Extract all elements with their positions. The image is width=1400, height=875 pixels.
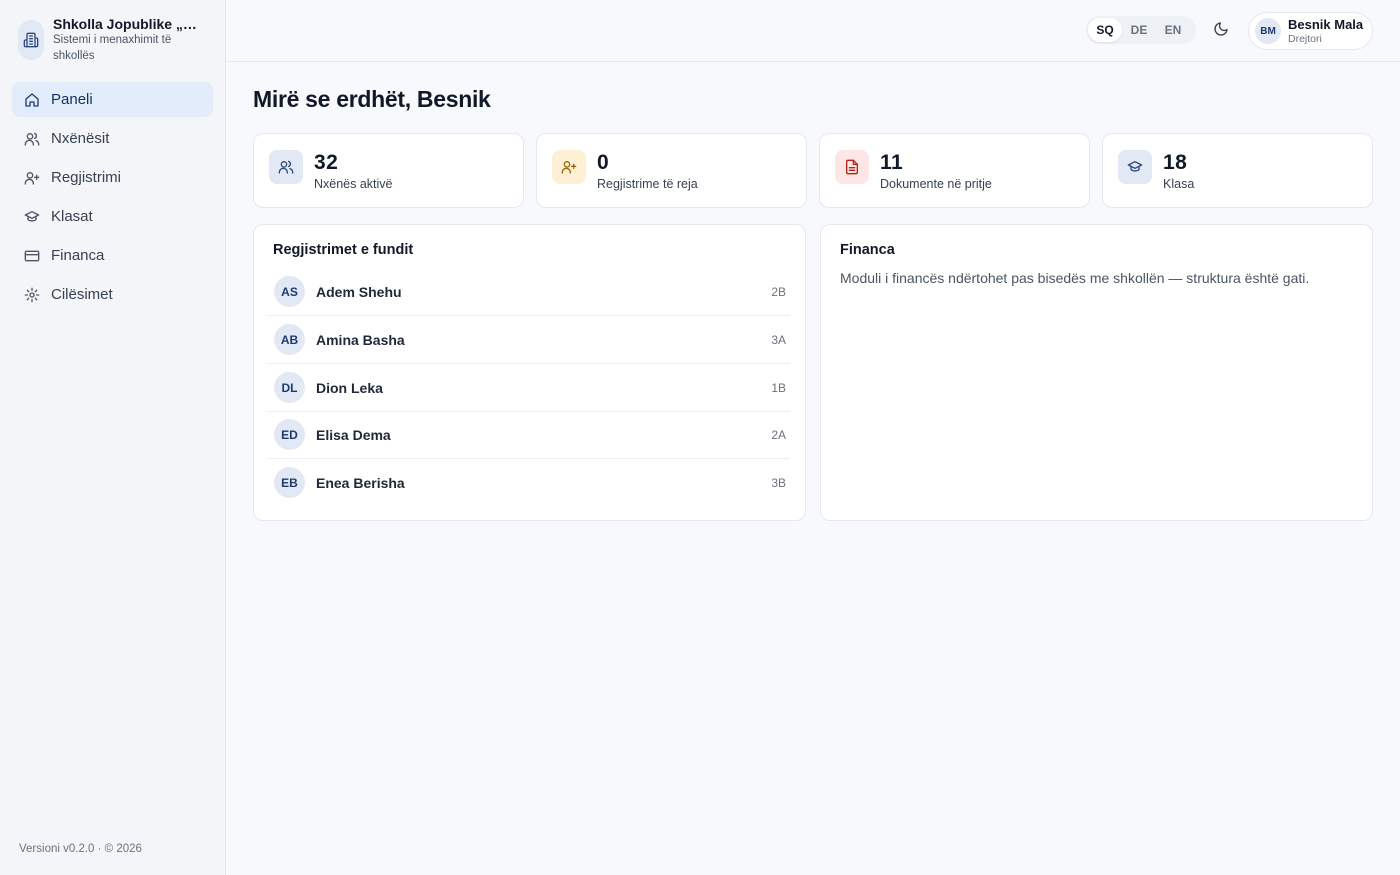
sidebar-item-cilesimet[interactable]: Cilësimet [12, 277, 213, 312]
lang-en-button[interactable]: EN [1156, 18, 1190, 42]
stat-card-registrations[interactable]: 0 Regjistrime të reja [536, 133, 807, 208]
list-item[interactable]: AB Amina Basha 3A [267, 316, 790, 364]
panel-title: Financa [840, 242, 895, 258]
avatar: EB [274, 467, 305, 498]
sidebar-item-label: Klasat [51, 208, 93, 225]
page-title: Mirë se erdhët, Besnik [253, 86, 491, 112]
list-item[interactable]: DL Dion Leka 1B [267, 364, 790, 412]
sidebar-item-label: Cilësimet [51, 286, 113, 303]
avatar: BM [1255, 18, 1281, 44]
lang-sq-button[interactable]: SQ [1088, 18, 1122, 42]
building-icon [18, 20, 44, 60]
sidebar-item-financa[interactable]: Financa [12, 238, 213, 273]
school-subtitle: Sistemi i menaxhimit të shkollës [53, 34, 172, 62]
stat-card-documents[interactable]: 11 Dokumente në pritje [819, 133, 1090, 208]
student-name: Dion Leka [316, 380, 383, 396]
gear-icon [24, 287, 40, 303]
moon-icon [1213, 21, 1229, 42]
sidebar-item-label: Paneli [51, 91, 93, 108]
theme-toggle-button[interactable] [1209, 19, 1233, 43]
student-class: 3A [771, 333, 786, 347]
stat-value: 18 [1163, 151, 1188, 174]
stat-value: 32 [314, 151, 339, 174]
graduation-cap-icon [24, 209, 40, 225]
avatar: AB [274, 324, 305, 355]
stat-label: Klasa [1163, 177, 1195, 191]
stat-card-students[interactable]: 32 Nxënës aktivë [253, 133, 524, 208]
school-name: Shkolla Jopublike „Ha… [53, 16, 203, 32]
avatar: DL [274, 372, 305, 403]
student-name: Elisa Dema [316, 427, 391, 443]
stat-label: Nxënës aktivë [314, 177, 393, 191]
student-class: 1B [771, 381, 786, 395]
stat-label: Regjistrime të reja [597, 177, 698, 191]
panel-title: Regjistrimet e fundit [273, 242, 414, 258]
student-name: Enea Berisha [316, 475, 405, 491]
topbar: SQ DE EN BM Besnik Mala Drejtori [226, 0, 1400, 62]
graduation-cap-icon [1118, 150, 1152, 184]
sidebar-item-klasat[interactable]: Klasat [12, 199, 213, 234]
sidebar-nav: Paneli Nxënësit Regjistrimi Klasat Finan… [12, 82, 213, 316]
credit-card-icon [24, 248, 40, 264]
user-menu[interactable]: BM Besnik Mala Drejtori [1248, 12, 1373, 50]
list-item[interactable]: AS Adem Shehu 2B [267, 268, 790, 316]
lang-de-button[interactable]: DE [1122, 18, 1156, 42]
user-plus-icon [24, 170, 40, 186]
list-item[interactable]: ED Elisa Dema 2A [267, 411, 790, 459]
users-icon [269, 150, 303, 184]
list-item[interactable]: EB Enea Berisha 3B [267, 459, 790, 507]
sidebar-item-label: Nxënësit [51, 130, 110, 147]
avatar: ED [274, 419, 305, 450]
finance-description: Moduli i financës ndërtohet pas bisedës … [840, 270, 1310, 286]
version-text: Versioni v0.2.0 · © 2026 [19, 843, 142, 855]
student-name: Adem Shehu [316, 284, 402, 300]
student-class: 2B [771, 285, 786, 299]
home-icon [24, 92, 40, 108]
sidebar-item-label: Regjistrimi [51, 169, 122, 186]
users-icon [24, 131, 40, 147]
student-class: 2A [771, 428, 786, 442]
sidebar-item-regjistrimi[interactable]: Regjistrimi [12, 160, 213, 195]
stat-card-classes[interactable]: 18 Klasa [1102, 133, 1373, 208]
file-icon [835, 150, 869, 184]
stat-value: 0 [597, 151, 610, 174]
sidebar-item-nxenesit[interactable]: Nxënësit [12, 121, 213, 156]
student-class: 3B [771, 476, 786, 490]
finance-panel: Financa Moduli i financës ndërtohet pas … [820, 224, 1373, 521]
brand[interactable]: Shkolla Jopublike „Ha… Sistemi i menaxhi… [18, 16, 218, 66]
user-role: Drejtori [1288, 33, 1322, 45]
language-switcher: SQ DE EN [1086, 16, 1196, 44]
student-name: Amina Basha [316, 332, 405, 348]
user-name: Besnik Mala [1288, 17, 1364, 32]
stat-label: Dokumente në pritje [880, 177, 992, 191]
user-plus-icon [552, 150, 586, 184]
stat-value: 11 [880, 151, 904, 174]
sidebar-item-label: Financa [51, 247, 105, 264]
recent-registrations-panel: Regjistrimet e fundit AS Adem Shehu 2B A… [253, 224, 806, 521]
sidebar: Shkolla Jopublike „Ha… Sistemi i menaxhi… [0, 0, 226, 875]
avatar: AS [274, 276, 305, 307]
sidebar-item-paneli[interactable]: Paneli [12, 82, 213, 117]
